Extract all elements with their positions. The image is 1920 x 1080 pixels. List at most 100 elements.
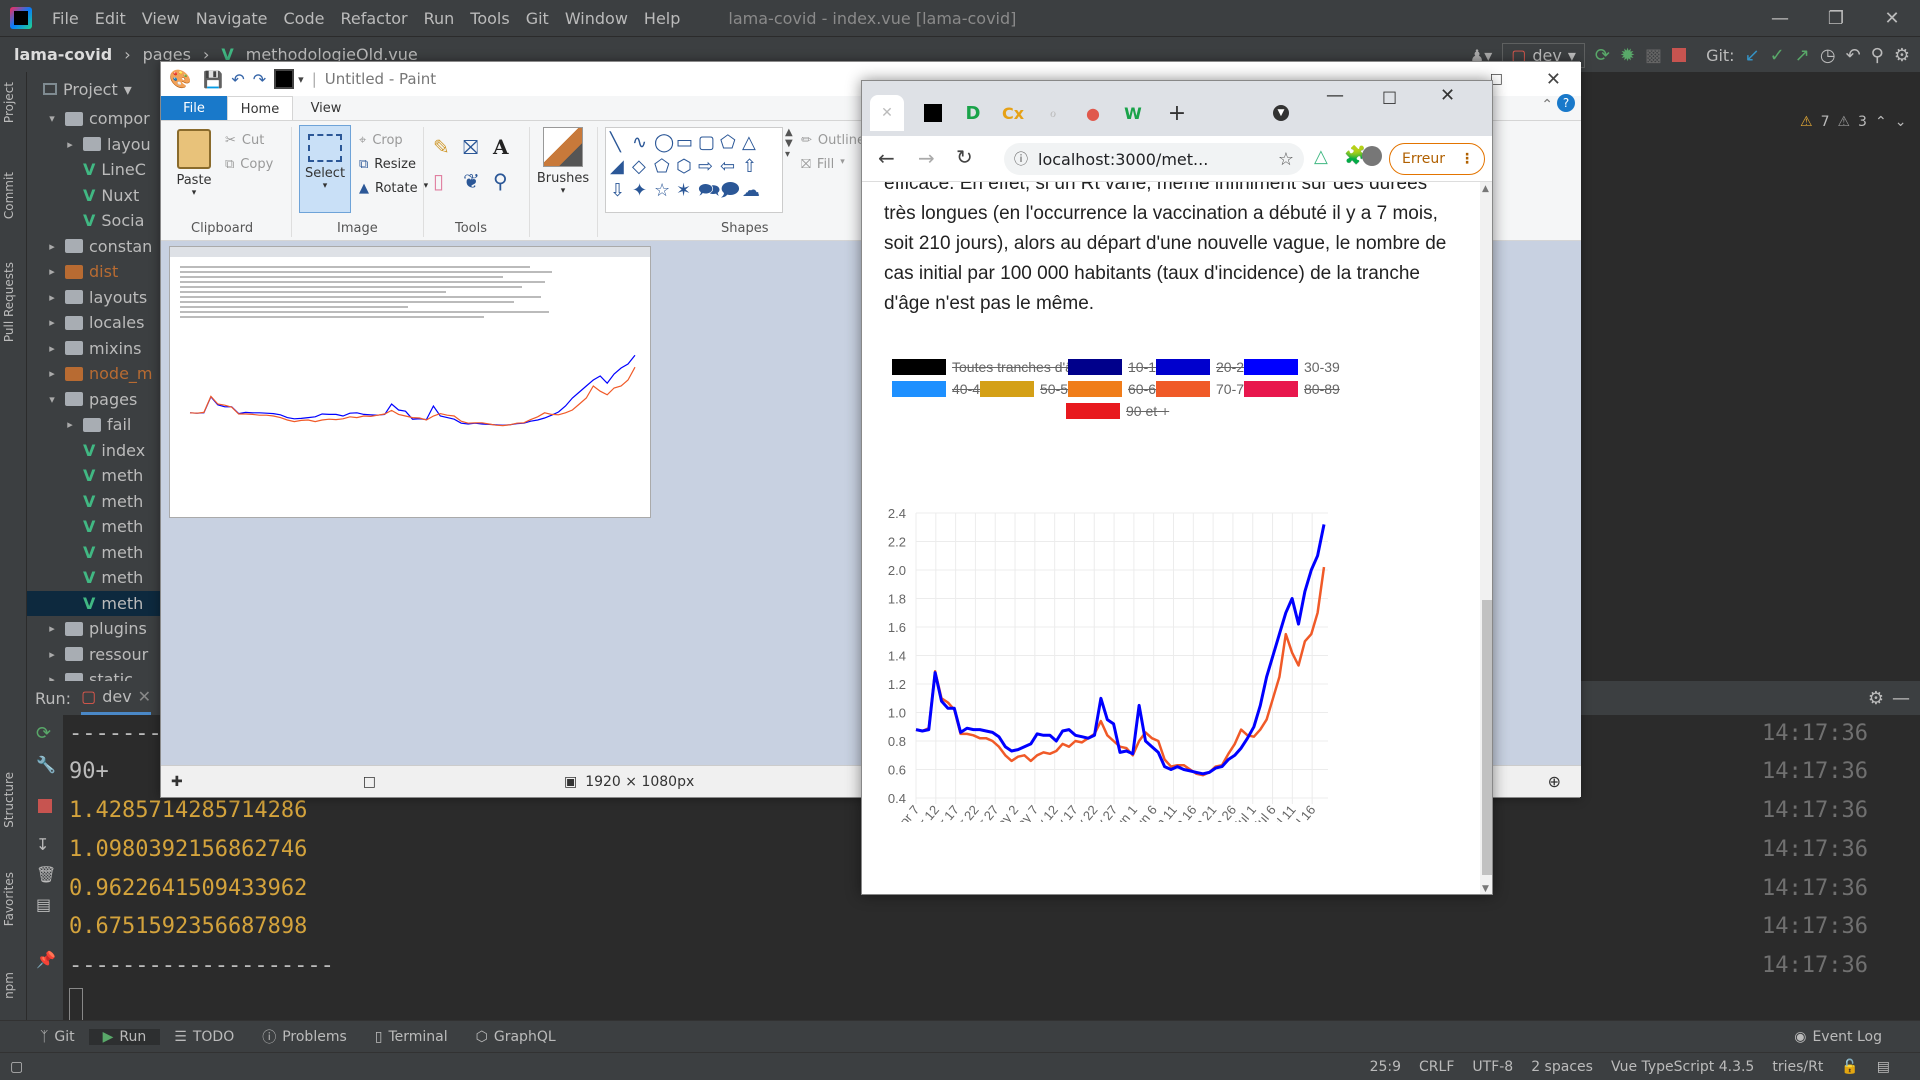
git-branch[interactable]: tries/Rt (1772, 1059, 1823, 1075)
tab-git[interactable]: ᛉ Git (26, 1029, 89, 1045)
chevron-down-icon[interactable]: ▾ (45, 112, 59, 125)
event-log-button[interactable]: ◉ Event Log (1780, 1029, 1896, 1045)
project-label[interactable]: Project (63, 80, 118, 99)
oval-shape-icon[interactable]: ◯ (654, 131, 676, 155)
legend-item[interactable]: 30-39 (1244, 359, 1340, 375)
menu-git[interactable]: Git (518, 9, 557, 28)
project-tree-item[interactable]: Vmeth (27, 565, 160, 590)
status-window-icon[interactable]: ▢ (10, 1059, 23, 1075)
diamond-shape-icon[interactable]: ◇ (632, 155, 654, 179)
warning-count[interactable]: 7 (1821, 114, 1830, 130)
project-tree-item[interactable]: ▸ ressour (27, 642, 160, 667)
curve-shape-icon[interactable]: ∿ (632, 131, 654, 155)
rerun-icon[interactable]: ⟳ (36, 723, 51, 744)
up-arrow-shape-icon[interactable]: ⇧ (742, 155, 764, 179)
legend-item[interactable]: 70-79 (1156, 381, 1252, 397)
menu-help[interactable]: Help (636, 9, 688, 28)
chevron-right-icon[interactable]: ▸ (45, 265, 59, 278)
crop-button[interactable]: ⌖ Crop (359, 133, 403, 148)
layout-icon[interactable]: ▤ (36, 895, 51, 914)
triangle-shape-icon[interactable]: △ (742, 131, 764, 155)
tab-todo[interactable]: ☰ TODO (160, 1029, 248, 1045)
tab-run[interactable]: ▶ Run (88, 1028, 161, 1045)
paint-tab-view[interactable]: View (293, 96, 359, 120)
forward-icon[interactable]: → (918, 146, 935, 170)
shapes-scroll-icons[interactable]: ▲ ▼ ▾ (785, 127, 793, 160)
project-tree-item[interactable]: Vmeth (27, 590, 160, 616)
menu-tools[interactable]: Tools (462, 9, 517, 28)
browser-tab[interactable]: D (958, 95, 988, 131)
help-icon[interactable]: ? (1557, 94, 1575, 112)
quick-access-dropdown-icon[interactable]: ▾ (298, 73, 304, 86)
color-picker-icon[interactable] (274, 69, 295, 89)
legend-item[interactable]: 20-29 (1156, 359, 1252, 375)
back-icon[interactable]: ← (878, 146, 895, 170)
text-tool-icon[interactable]: A (493, 135, 523, 159)
tab-search-button[interactable]: ▼ (1266, 95, 1296, 131)
eraser-icon[interactable]: ▯ (433, 169, 463, 193)
six-point-star-shape-icon[interactable]: ✶ (676, 179, 698, 203)
scroll-up-icon[interactable]: ▲ (1482, 184, 1489, 194)
legend-item[interactable]: 10-19 (1068, 359, 1164, 375)
rotate-button[interactable]: ▲ Rotate ▾ (359, 181, 428, 196)
project-tree-item[interactable]: ▸ static (27, 667, 160, 681)
legend-item[interactable]: 80-89 (1244, 381, 1340, 397)
project-tree-item[interactable]: V Socia (27, 208, 160, 233)
project-tree-item[interactable]: Vmeth (27, 514, 160, 539)
stop-icon[interactable] (1672, 48, 1687, 62)
chevron-down-icon[interactable]: ▾ (124, 80, 132, 99)
browser-tab[interactable] (918, 95, 948, 131)
tab-problems[interactable]: ⓘ Problems (248, 1027, 361, 1047)
pencil-icon[interactable]: ✎ (433, 135, 463, 159)
git-push-icon[interactable]: ↗ (1795, 45, 1810, 66)
project-tree-item[interactable]: V LineC (27, 157, 160, 182)
magnifier-icon[interactable]: ⚲ (493, 169, 523, 193)
scroll-to-end-icon[interactable]: ↧ (36, 835, 49, 854)
close-icon[interactable]: ✕ (881, 105, 893, 121)
tab-graphql[interactable]: ⬡ GraphQL (462, 1029, 570, 1045)
menu-run[interactable]: Run (416, 9, 463, 28)
more-menu-icon[interactable]: ⋮ (1460, 151, 1474, 167)
profile-avatar-icon[interactable] (1362, 146, 1382, 166)
settings-gear-icon[interactable]: ⚙ (1868, 688, 1884, 709)
chevron-right-icon[interactable]: ▸ (45, 673, 59, 681)
run-tab[interactable]: ▢ dev ✕ (81, 681, 152, 715)
caret-position[interactable]: 25:9 (1370, 1059, 1401, 1075)
side-tab-npm[interactable]: npm (2, 972, 16, 999)
error-status-button[interactable]: Erreur ⋮ (1389, 143, 1485, 175)
project-tree-item[interactable]: ▸ locales (27, 310, 160, 335)
four-point-star-shape-icon[interactable]: ✦ (632, 179, 654, 203)
chevron-up-icon[interactable]: ⌃ (1875, 114, 1887, 130)
chevron-right-icon[interactable]: ▸ (63, 418, 77, 431)
chevron-down-icon[interactable]: ⌄ (1895, 114, 1907, 130)
project-tree-item[interactable]: ▸ layouts (27, 285, 160, 310)
ide-close-icon[interactable]: ✕ (1864, 8, 1920, 29)
side-tab-project[interactable]: Project (2, 82, 16, 123)
project-tree-item[interactable]: ▸ dist (27, 259, 160, 284)
history-icon[interactable]: ◷ (1820, 45, 1836, 66)
redo-icon[interactable]: ↷ (253, 70, 266, 89)
project-tree-item[interactable]: ▾ pages (27, 387, 160, 412)
ide-restore-icon[interactable]: ❐ (1808, 8, 1864, 29)
browser-maximize-icon[interactable]: □ (1382, 87, 1397, 106)
chevron-up-icon[interactable]: ⌃ (1541, 97, 1553, 113)
address-bar[interactable]: ⓘ localhost:3000/met... ☆ (1004, 143, 1304, 175)
stop-icon[interactable] (38, 799, 52, 813)
menu-refactor[interactable]: Refactor (332, 9, 415, 28)
cloud-callout-shape-icon[interactable]: ☁ (742, 179, 764, 203)
memory-indicator-icon[interactable]: ▤ (1877, 1059, 1890, 1075)
rerun-icon[interactable]: ⟳ (1595, 45, 1610, 66)
resize-button[interactable]: ⧉ Resize (359, 157, 416, 172)
vue-devtools-icon[interactable]: △ (1314, 146, 1328, 167)
chevron-right-icon[interactable]: ▸ (63, 138, 77, 151)
five-point-star-shape-icon[interactable]: ☆ (654, 179, 676, 203)
hexagon-shape-icon[interactable]: ⬡ (676, 155, 698, 179)
project-tree-item[interactable]: ▸ plugins (27, 616, 160, 641)
down-arrow-shape-icon[interactable]: ⇩ (610, 179, 632, 203)
project-tree-item[interactable]: ▸ layou (27, 132, 160, 157)
pentagon-shape-icon[interactable]: ⬠ (654, 155, 676, 179)
git-commit-icon[interactable]: ✓ (1770, 45, 1785, 66)
search-icon[interactable]: ⚲ (1871, 45, 1884, 66)
right-arrow-shape-icon[interactable]: ⇨ (698, 155, 720, 179)
callout-rect-shape-icon[interactable]: 🗪 (698, 179, 720, 203)
